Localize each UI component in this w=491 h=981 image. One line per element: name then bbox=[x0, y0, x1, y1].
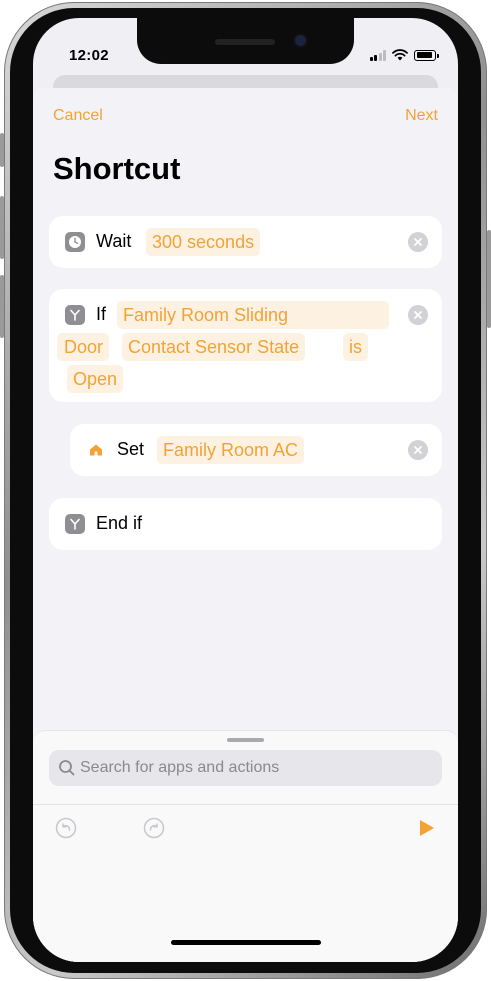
if-subject-token[interactable]: Family Room Sliding bbox=[117, 301, 389, 329]
cancel-button[interactable]: Cancel bbox=[53, 107, 103, 125]
if-subject-token-continued[interactable]: Door bbox=[57, 333, 110, 361]
side-button-volume-down bbox=[0, 275, 4, 338]
if-property-token[interactable]: Contact Sensor State bbox=[122, 333, 306, 361]
end-if-keyword: End if bbox=[96, 513, 143, 533]
earpiece-speaker bbox=[215, 39, 275, 45]
action-end-if[interactable]: End if bbox=[49, 498, 442, 550]
side-button-volume-up bbox=[0, 196, 4, 259]
status-icons bbox=[369, 48, 439, 62]
battery-icon bbox=[414, 49, 439, 61]
home-icon bbox=[86, 440, 106, 460]
wait-keyword: Wait bbox=[96, 231, 132, 251]
if-keyword: If bbox=[96, 304, 107, 324]
toolbar-divider bbox=[33, 804, 458, 805]
action-drawer: Search for apps and actions bbox=[33, 730, 458, 962]
search-icon bbox=[59, 760, 75, 776]
undo-icon[interactable] bbox=[55, 817, 77, 839]
search-field[interactable]: Search for apps and actions bbox=[49, 750, 442, 786]
remove-icon[interactable] bbox=[408, 305, 428, 325]
redo-icon[interactable] bbox=[143, 817, 165, 839]
next-button[interactable]: Next bbox=[405, 107, 438, 125]
play-icon[interactable] bbox=[415, 817, 437, 839]
if-operator-token[interactable]: is bbox=[343, 333, 368, 361]
clock-icon bbox=[65, 232, 85, 252]
search-placeholder: Search for apps and actions bbox=[80, 759, 280, 776]
if-branch-icon bbox=[65, 514, 85, 534]
set-accessory-token[interactable]: Family Room AC bbox=[157, 436, 305, 464]
action-wait[interactable]: Wait 300 seconds bbox=[49, 216, 442, 268]
if-subject-part1: Family Room Sliding bbox=[123, 305, 289, 325]
notch bbox=[137, 18, 354, 64]
wifi-icon bbox=[392, 49, 408, 61]
side-button-power bbox=[487, 230, 491, 328]
status-time: 12:02 bbox=[69, 47, 109, 64]
front-camera bbox=[295, 35, 306, 46]
if-value-token[interactable]: Open bbox=[67, 365, 124, 393]
remove-icon[interactable] bbox=[408, 232, 428, 252]
action-set[interactable]: Set Family Room AC bbox=[70, 424, 442, 476]
page-title: Shortcut bbox=[53, 151, 181, 186]
drawer-grabber[interactable] bbox=[227, 738, 264, 742]
set-keyword: Set bbox=[117, 439, 145, 459]
side-button-silent bbox=[0, 133, 4, 167]
screen: 12:02 Cancel Next Shortcut Wait 300 seco… bbox=[33, 18, 458, 962]
action-if[interactable]: If Family Room Sliding Door Contact Sens… bbox=[49, 289, 442, 402]
home-indicator[interactable] bbox=[171, 940, 321, 945]
wait-duration-token[interactable]: 300 seconds bbox=[146, 228, 261, 256]
if-branch-icon bbox=[65, 305, 85, 325]
remove-icon[interactable] bbox=[408, 440, 428, 460]
signal-icon bbox=[369, 49, 386, 61]
